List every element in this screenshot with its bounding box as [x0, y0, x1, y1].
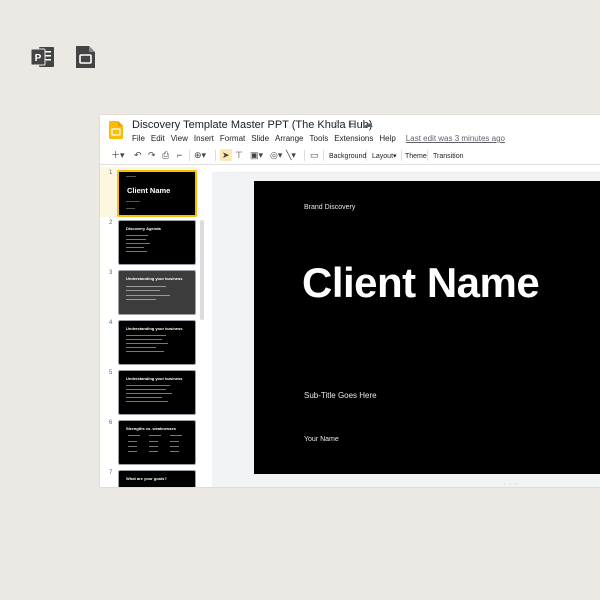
thumbnail-title: Understanding your business: [126, 276, 183, 281]
filmstrip-scrollbar[interactable]: [200, 220, 204, 320]
toolbar-divider: [366, 150, 367, 161]
redo-icon[interactable]: ↷: [148, 149, 156, 161]
menu-view[interactable]: View: [171, 134, 188, 143]
speaker-notes-drag-handle[interactable]: · · ·: [503, 481, 519, 488]
menu-arrange[interactable]: Arrange: [275, 134, 303, 143]
menu-edit[interactable]: Edit: [151, 134, 165, 143]
slide-title[interactable]: Client Name: [302, 259, 540, 307]
select-cursor-icon[interactable]: ➤: [220, 149, 232, 161]
menu-extensions[interactable]: Extensions: [334, 134, 373, 143]
cloud-status-icon[interactable]: ☁: [363, 119, 373, 130]
svg-text:P: P: [35, 53, 42, 64]
comment-icon[interactable]: ▭: [310, 149, 319, 161]
slide-number: 2: [109, 220, 113, 226]
slides-logo-icon[interactable]: [109, 121, 123, 139]
main-slide[interactable]: Brand Discovery Client Name Sub-Title Go…: [254, 181, 600, 474]
menu-slide[interactable]: Slide: [251, 134, 269, 143]
shape-icon[interactable]: ◎▾: [270, 149, 282, 161]
transition-button[interactable]: Transition: [433, 151, 463, 163]
toolbar-divider: [401, 150, 402, 161]
slide-number: 3: [109, 270, 113, 276]
image-icon[interactable]: ▣▾: [250, 149, 263, 161]
thumbnail-title: Strengths vs. weaknesses: [126, 426, 176, 431]
slide-thumbnail-4[interactable]: Understanding your business: [118, 320, 196, 365]
line-icon[interactable]: ╲▾: [286, 149, 296, 161]
slide-filmstrip: 1 Client Name 2 Discovery Agenda 3 Under…: [100, 165, 206, 487]
menu-file[interactable]: File: [132, 134, 145, 143]
menu-insert[interactable]: Insert: [194, 134, 214, 143]
print-icon[interactable]: ⎙: [162, 149, 169, 161]
slide-subtitle[interactable]: Sub-Title Goes Here: [304, 391, 377, 400]
layout-dropdown-icon[interactable]: ▾: [393, 151, 397, 163]
thumbnail-title: What are your goals?: [126, 476, 167, 481]
background-button[interactable]: Background: [329, 151, 366, 163]
new-slide-icon[interactable]: ＋▾: [111, 149, 125, 161]
toolbar: ＋▾ ↶ ↷ ⎙ ⌐ ⊕▾ ➤ ⊤ ▣▾ ◎▾ ╲▾ ▭ Background …: [100, 147, 600, 165]
theme-button[interactable]: Theme: [405, 151, 427, 163]
slide-number: 4: [109, 320, 113, 326]
zoom-icon[interactable]: ⊕▾: [194, 149, 206, 161]
toolbar-divider: [215, 150, 216, 161]
slide-thumbnail-3[interactable]: Understanding your business: [118, 270, 196, 315]
slide-thumbnail-6[interactable]: Strengths vs. weaknesses: [118, 420, 196, 465]
slide-number: 5: [109, 370, 113, 376]
slide-number: 6: [109, 420, 113, 426]
toolbar-divider: [304, 150, 305, 161]
google-slides-icon: [76, 46, 95, 68]
toolbar-divider: [427, 150, 428, 161]
last-edit-link[interactable]: Last edit was 3 minutes ago: [406, 134, 505, 143]
powerpoint-icon: P: [30, 47, 54, 67]
thumbnail-title: Client Name: [127, 186, 171, 195]
slide-thumbnail-2[interactable]: Discovery Agenda: [118, 220, 196, 265]
toolbar-divider: [323, 150, 324, 161]
paint-format-icon[interactable]: ⌐: [177, 149, 182, 161]
layout-button[interactable]: Layout: [372, 151, 393, 163]
menu-help[interactable]: Help: [379, 134, 395, 143]
menu-bar: File Edit View Insert Format Slide Arrange Tool…: [132, 134, 511, 143]
menu-format[interactable]: Format: [220, 134, 245, 143]
slide-number: 7: [109, 470, 113, 476]
toolbar-divider: [189, 150, 190, 161]
slide-thumbnail-7[interactable]: What are your goals?: [118, 470, 196, 487]
menu-tools[interactable]: Tools: [310, 134, 329, 143]
slide-eyebrow-text[interactable]: Brand Discovery: [304, 204, 355, 211]
move-folder-icon[interactable]: ⊡: [348, 119, 356, 130]
star-icon[interactable]: ☆: [332, 119, 341, 130]
slide-thumbnail-5[interactable]: Understanding your business: [118, 370, 196, 415]
thumbnail-title: Discovery Agenda: [126, 226, 161, 231]
thumbnail-title: Understanding your business: [126, 326, 183, 331]
text-box-icon[interactable]: ⊤: [235, 149, 243, 161]
horizontal-ruler[interactable]: [214, 165, 600, 173]
slide-number: 1: [109, 170, 113, 176]
slide-thumbnail-1[interactable]: Client Name: [117, 170, 197, 217]
slide-presenter-name[interactable]: Your Name: [304, 436, 339, 443]
undo-icon[interactable]: ↶: [134, 149, 142, 161]
thumbnail-title: Understanding your business: [126, 376, 183, 381]
